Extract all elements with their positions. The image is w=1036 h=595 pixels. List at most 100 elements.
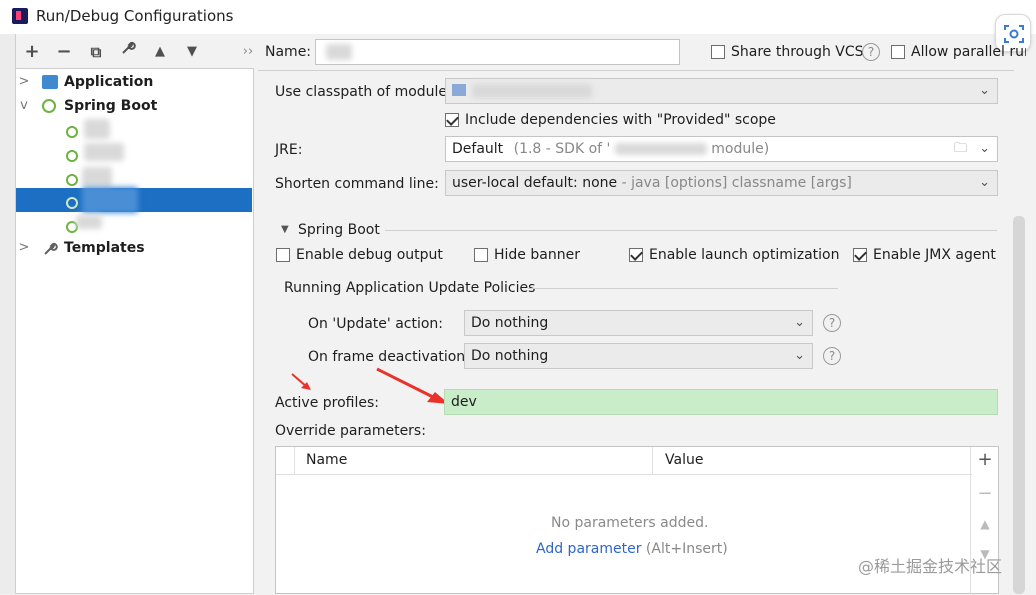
add-parameter-link-row: Add parameter (Alt+Insert): [536, 541, 728, 557]
shorten-label: Shorten command line:: [275, 176, 439, 192]
empty-table-text: No parameters added.: [551, 515, 709, 531]
config-toolbar: + − ⧉ ▲ ▼ ››: [16, 38, 260, 66]
jre-label: JRE:: [275, 142, 303, 158]
spring-boot-section-title: Spring Boot: [298, 222, 380, 238]
jre-hint-suffix: module): [711, 141, 770, 157]
redacted-config[interactable]: [84, 119, 110, 139]
remove-param-icon[interactable]: −: [971, 483, 999, 504]
shorten-hint: - java [options] classname [args]: [617, 175, 852, 191]
update-action-select[interactable]: Do nothing ⌄: [464, 310, 813, 336]
move-up-icon[interactable]: ▲: [971, 517, 999, 531]
override-params-label: Override parameters:: [275, 423, 426, 439]
share-vcs-checkbox[interactable]: [711, 45, 725, 59]
update-action-value: Do nothing: [471, 315, 549, 331]
classpath-module-select[interactable]: ⌄: [445, 78, 998, 104]
allow-parallel-checkbox[interactable]: [891, 45, 905, 59]
chevron-down-icon: ⌄: [979, 175, 990, 190]
hide-banner-label: Hide banner: [494, 247, 580, 263]
move-down-icon[interactable]: ▼: [180, 40, 204, 64]
watermark: @稀土掘金技术社区: [858, 557, 1003, 576]
debug-output-label: Enable debug output: [296, 247, 443, 263]
frame-deact-select[interactable]: Do nothing ⌄: [464, 343, 813, 369]
divider: [528, 288, 838, 289]
update-action-label: On 'Update' action:: [308, 316, 444, 332]
spring-leaf-icon: [66, 174, 78, 186]
spring-leaf-icon: [66, 126, 78, 138]
jmx-agent-label: Enable JMX agent: [873, 247, 996, 263]
jmx-agent-checkbox[interactable]: [853, 248, 867, 262]
chevron-right-icon[interactable]: >: [18, 71, 30, 93]
hide-banner-checkbox[interactable]: [474, 248, 488, 262]
launch-opt-checkbox[interactable]: [629, 248, 643, 262]
config-tree: > Application v Spring Boot > Templates: [16, 68, 254, 594]
application-icon: [42, 75, 58, 89]
spring-leaf-icon: [66, 197, 78, 209]
wrench-icon: [42, 241, 58, 255]
name-label: Name:: [265, 44, 312, 60]
debug-output-checkbox[interactable]: [276, 248, 290, 262]
spring-boot-icon: [42, 99, 56, 113]
frame-deact-value: Do nothing: [471, 348, 549, 364]
add-parameter-shortcut: (Alt+Insert): [641, 541, 728, 557]
move-up-icon[interactable]: ▲: [148, 40, 172, 64]
table-header: Name Value: [276, 447, 972, 475]
update-policies-title: Running Application Update Policies: [284, 280, 536, 296]
spring-leaf-icon: [66, 150, 78, 162]
add-parameter-link[interactable]: Add parameter: [536, 541, 641, 557]
help-icon[interactable]: ?: [823, 314, 841, 332]
launch-opt-label: Enable launch optimization: [649, 247, 840, 263]
jre-hint-prefix: (1.8 - SDK of ': [513, 141, 611, 157]
shorten-cmd-select[interactable]: user-local default: none - java [options…: [445, 170, 998, 196]
tree-label-spring-boot: Spring Boot: [64, 98, 158, 114]
scrollbar[interactable]: [1013, 216, 1025, 594]
divider: [385, 230, 997, 231]
tree-label-templates: Templates: [64, 240, 145, 256]
jre-select[interactable]: Default (1.8 - SDK of ' module) 🗀 ⌄: [445, 136, 998, 162]
tree-item-templates[interactable]: > Templates: [16, 237, 252, 259]
shorten-value: user-local default: none: [452, 175, 618, 191]
intellij-icon: [12, 8, 28, 24]
chevron-down-icon: ⌄: [794, 348, 805, 363]
redacted-config[interactable]: [82, 167, 112, 187]
allow-parallel-label: Allow parallel run: [911, 44, 1026, 60]
redacted-module: [472, 84, 592, 98]
redacted-name: [326, 44, 352, 60]
redacted-config[interactable]: [76, 215, 102, 229]
chevron-down-icon: ⌄: [979, 141, 990, 156]
more-icon[interactable]: ››: [236, 40, 260, 64]
collapse-triangle-icon[interactable]: ▼: [281, 224, 289, 235]
redacted-jre: [614, 143, 707, 155]
col-name-header[interactable]: Name: [306, 452, 347, 468]
jre-value: Default: [452, 141, 504, 157]
share-vcs-label: Share through VCS: [731, 44, 864, 60]
active-profiles-label: Active profiles:: [275, 395, 379, 411]
chevron-right-icon[interactable]: >: [18, 237, 30, 259]
tree-item-application[interactable]: > Application: [16, 71, 252, 93]
tree-label-application: Application: [64, 74, 154, 90]
add-icon[interactable]: +: [20, 40, 44, 64]
module-icon: [452, 84, 466, 96]
title-bar: Run/Debug Configurations: [0, 0, 1036, 52]
active-profiles-field[interactable]: dev: [444, 389, 998, 415]
left-edge: [0, 34, 16, 594]
folder-icon[interactable]: 🗀: [954, 137, 967, 161]
include-deps-label: Include dependencies with "Provided" sco…: [465, 112, 776, 128]
divider: [258, 70, 1014, 71]
help-icon[interactable]: ?: [823, 347, 841, 365]
chevron-down-icon[interactable]: v: [18, 95, 30, 117]
copy-icon[interactable]: ⧉: [84, 40, 108, 64]
redacted-config[interactable]: [84, 143, 124, 161]
name-field[interactable]: [315, 39, 680, 65]
chevron-down-icon: ⌄: [979, 83, 990, 98]
add-param-icon[interactable]: +: [971, 449, 999, 470]
help-icon[interactable]: ?: [862, 43, 880, 61]
wrench-icon[interactable]: [116, 40, 140, 64]
remove-icon[interactable]: −: [52, 40, 76, 64]
include-deps-checkbox[interactable]: [445, 113, 459, 127]
tree-item-spring-boot[interactable]: v Spring Boot: [16, 95, 252, 117]
classpath-label: Use classpath of module:: [275, 84, 452, 100]
window-title: Run/Debug Configurations: [36, 7, 234, 25]
col-value-header[interactable]: Value: [665, 452, 703, 468]
redacted-config[interactable]: [82, 187, 138, 213]
chevron-down-icon: ⌄: [794, 315, 805, 330]
